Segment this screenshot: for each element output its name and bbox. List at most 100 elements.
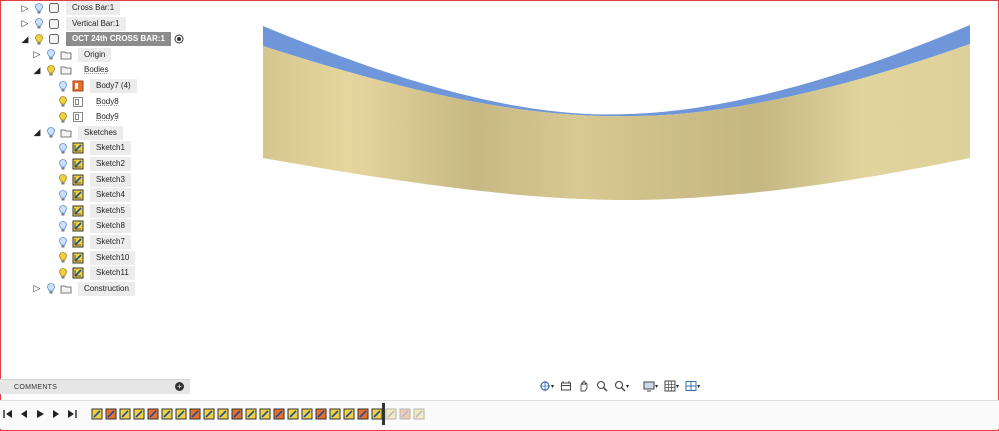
timeline-sketch-icon[interactable]	[300, 407, 313, 420]
browser-node-label: Construction	[78, 281, 135, 296]
browser-node[interactable]: ◢ Bodies	[32, 63, 114, 77]
visibility-bulb-icon[interactable]	[34, 2, 43, 14]
add-comment-icon[interactable]: +	[175, 382, 184, 391]
browser-node-label: Bodies	[84, 65, 109, 75]
browser-node[interactable]: Body7 (4)	[44, 79, 137, 93]
timeline-extrude-icon[interactable]	[104, 407, 117, 420]
visibility-bulb-icon[interactable]	[58, 236, 67, 248]
expand-arrow-icon[interactable]: ▷	[20, 18, 30, 30]
browser-node[interactable]: ▷ Origin	[32, 47, 112, 62]
timeline-sketch-icon[interactable]	[342, 407, 355, 420]
collapse-arrow-icon[interactable]: ◢	[20, 33, 30, 45]
expand-arrow-icon[interactable]: ▷	[32, 49, 42, 61]
visibility-bulb-icon[interactable]	[46, 283, 55, 295]
browser-node[interactable]: Sketch11	[44, 266, 135, 281]
collapse-arrow-icon[interactable]: ◢	[32, 64, 42, 76]
visibility-bulb-icon[interactable]	[58, 111, 67, 123]
next-step-icon[interactable]	[50, 408, 62, 420]
visibility-bulb-icon[interactable]	[58, 80, 67, 92]
timeline-sketch-icon[interactable]	[90, 407, 103, 420]
visibility-bulb-icon[interactable]	[58, 189, 67, 201]
visibility-bulb-icon[interactable]	[58, 267, 67, 279]
visibility-bulb-icon[interactable]	[46, 64, 55, 76]
browser-node[interactable]: Body9	[44, 110, 125, 124]
go-to-start-icon[interactable]	[2, 408, 14, 420]
timeline-extrude-icon[interactable]	[188, 407, 201, 420]
visibility-bulb-icon[interactable]	[46, 127, 55, 139]
browser-node[interactable]: Sketch2	[44, 157, 131, 171]
browser-node[interactable]: Sketch7	[44, 235, 131, 249]
timeline-sketch-icon[interactable]	[328, 407, 341, 420]
timeline-extrude-icon[interactable]	[398, 407, 411, 420]
visibility-bulb-icon[interactable]	[34, 33, 43, 45]
play-icon[interactable]	[34, 408, 46, 420]
browser-node-label: Sketch5	[90, 203, 131, 218]
timeline-sketch-icon[interactable]	[258, 407, 271, 420]
zoom-icon[interactable]	[594, 379, 610, 393]
pan-icon[interactable]	[576, 379, 592, 393]
browser-node[interactable]: ◢ OCT 24th CROSS BAR:1	[20, 32, 184, 47]
timeline-sketch-icon[interactable]	[244, 407, 257, 420]
collapse-arrow-icon[interactable]: ◢	[32, 127, 42, 139]
timeline-sketch-icon[interactable]	[132, 407, 145, 420]
viewports-icon[interactable]: ▾	[683, 379, 702, 393]
timeline-sketch-icon[interactable]	[118, 407, 131, 420]
comments-panel[interactable]: COMMENTS +	[0, 379, 190, 394]
timeline-sketch-icon[interactable]	[174, 407, 187, 420]
timeline-extrude-icon[interactable]	[230, 407, 243, 420]
sketch-icon	[71, 236, 84, 248]
sketch-icon	[71, 220, 84, 232]
browser-node-label: Body8	[96, 96, 119, 106]
browser-node[interactable]: Sketch1	[44, 141, 131, 156]
timeline-marker[interactable]	[382, 403, 385, 425]
browser-node[interactable]: ◢ Sketches	[32, 125, 123, 140]
timeline-extrude-icon[interactable]	[356, 407, 369, 420]
visibility-bulb-icon[interactable]	[46, 49, 55, 61]
timeline-sketch-icon[interactable]	[384, 407, 397, 420]
browser-node[interactable]: ▷ Construction	[32, 281, 135, 296]
visibility-bulb-icon[interactable]	[58, 158, 67, 170]
browser-node[interactable]: ▷ Cross Bar:1	[20, 1, 121, 15]
timeline-sketch-icon[interactable]	[216, 407, 229, 420]
component-icon	[47, 18, 60, 30]
visibility-bulb-icon[interactable]	[58, 174, 67, 186]
previous-step-icon[interactable]	[18, 408, 30, 420]
grid-icon[interactable]: ▾	[662, 379, 681, 393]
visibility-bulb-icon[interactable]	[58, 252, 67, 264]
timeline-extrude-icon[interactable]	[146, 407, 159, 420]
canvas-viewport[interactable]	[200, 0, 999, 378]
sketch-icon	[71, 267, 84, 279]
browser-node[interactable]: ▷ Vertical Bar:1	[20, 16, 126, 31]
body-hidden-icon	[71, 96, 84, 108]
timeline-sketch-icon[interactable]	[286, 407, 299, 420]
timeline-extrude-icon[interactable]	[314, 407, 327, 420]
look-at-icon[interactable]	[558, 379, 574, 393]
browser-node[interactable]: Sketch3	[44, 172, 131, 187]
browser-node[interactable]: Sketch10	[44, 250, 136, 265]
browser-node-label: Sketch10	[90, 250, 136, 265]
comments-label: COMMENTS	[14, 383, 58, 391]
timeline-sketch-icon[interactable]	[160, 407, 173, 420]
timeline-sketch-icon[interactable]	[412, 407, 425, 420]
visibility-bulb-icon[interactable]	[58, 205, 67, 217]
expand-arrow-icon[interactable]: ▷	[20, 2, 30, 14]
visibility-bulb-icon[interactable]	[34, 18, 43, 30]
visibility-bulb-icon[interactable]	[58, 220, 67, 232]
browser-tree: ▷ Cross Bar:1 ▷ Vertical Bar:1 ◢ OCT 24th CRO…	[0, 0, 200, 300]
activate-radio-icon[interactable]	[174, 34, 184, 44]
timeline-sketch-icon[interactable]	[202, 407, 215, 420]
visibility-bulb-icon[interactable]	[58, 142, 67, 154]
visibility-bulb-icon[interactable]	[58, 96, 67, 108]
browser-node[interactable]: Sketch5	[44, 203, 131, 218]
browser-node[interactable]: Sketch8	[44, 219, 131, 234]
expand-arrow-icon[interactable]: ▷	[32, 283, 42, 295]
browser-node[interactable]: Sketch4	[44, 188, 131, 203]
fit-icon[interactable]: ▾	[612, 379, 631, 393]
browser-node[interactable]: Body8	[44, 95, 125, 109]
orbit-icon[interactable]: ▾	[537, 379, 556, 393]
display-settings-icon[interactable]: ▾	[641, 379, 660, 393]
go-to-end-icon[interactable]	[66, 408, 78, 420]
timeline-extrude-icon[interactable]	[272, 407, 285, 420]
